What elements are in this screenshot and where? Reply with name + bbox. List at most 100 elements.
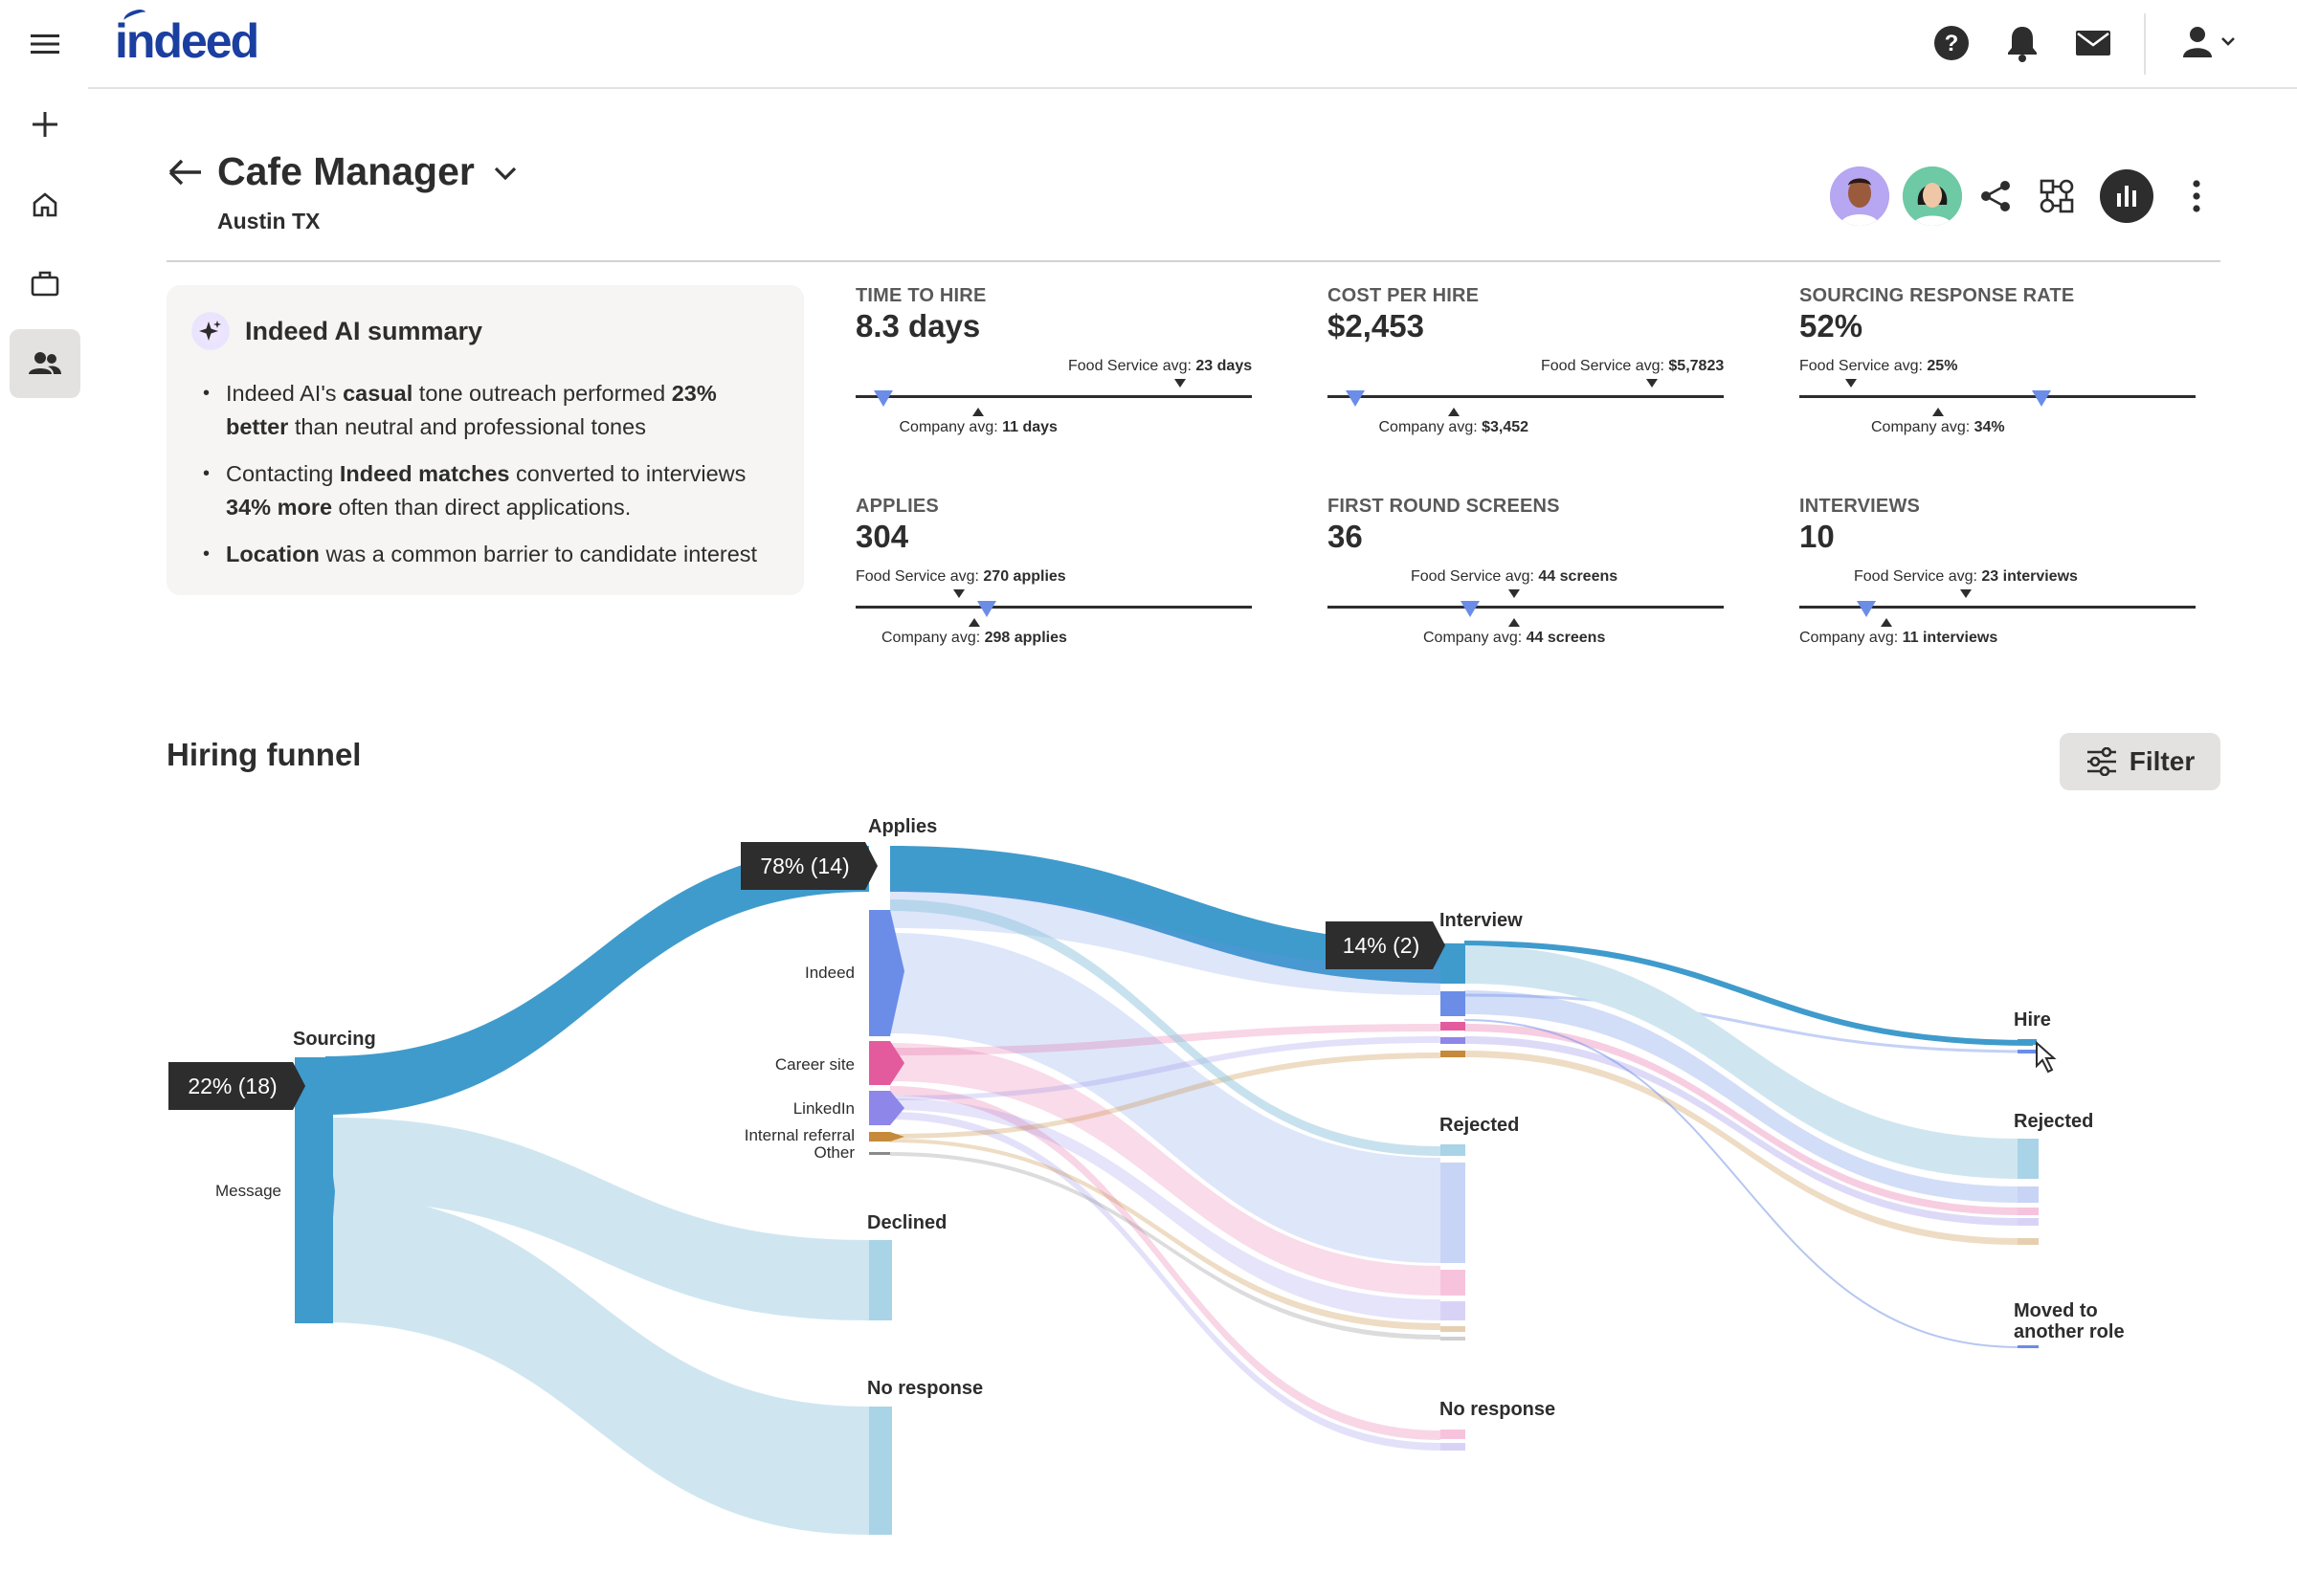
node-hire[interactable] [2018,1039,2037,1045]
job-switch-chevron-icon[interactable] [490,161,521,188]
node-interview-referral[interactable] [1440,1051,1465,1057]
company-avg-value: $3,452 [1482,419,1529,435]
node-no-response-linkedin[interactable] [1440,1443,1465,1451]
indeed-logo[interactable]: indeed [115,7,259,69]
metric-food-service-avg: Food Service avg: 25% [1799,358,1957,375]
back-arrow-icon[interactable] [167,157,205,188]
mail-icon[interactable] [2073,23,2113,63]
node-indeed[interactable] [869,910,890,1036]
ai-summary-text: than neutral and professional tones [288,414,646,439]
node-rejected-final-referral[interactable] [2018,1238,2039,1245]
ai-summary-emphasis: 34% more [226,495,333,520]
conversion-badge-sourcing[interactable]: 22% (18) [168,1062,305,1110]
briefcase-icon[interactable] [10,249,80,318]
food-avg-prefix: Food Service avg: [1068,358,1196,374]
metric-card: TIME TO HIRE 8.3 days Food Service avg: 23… [856,285,1258,457]
node-linkedin[interactable] [869,1091,890,1125]
hamburger-menu-icon[interactable] [10,10,80,78]
stage-label-other: Other [814,1143,855,1162]
node-rejected-final-career[interactable] [2018,1208,2039,1215]
account-menu-icon[interactable] [2180,23,2238,63]
food-avg-value: $5,7823 [1668,358,1725,374]
ai-summary-text: tone outreach performed [413,381,672,406]
metric-scale-bar [1327,395,1724,398]
stage-label-no-response-2: No response [1439,1399,1555,1420]
stage-label-message: Message [215,1182,281,1200]
metric-company-avg: Company avg: 298 applies [881,630,1067,647]
funnel-title: Hiring funnel [167,737,362,772]
ai-summary-title: Indeed AI summary [245,316,483,345]
node-interview-indeed[interactable] [1440,991,1465,1016]
top-bar: indeed ? [88,0,2297,89]
home-icon[interactable] [10,170,80,239]
node-hire-indeed[interactable] [2018,1050,2037,1053]
food-avg-tick-icon [953,589,965,598]
company-avg-prefix: Company avg: [881,630,985,646]
stage-label-no-response-1: No response [867,1378,983,1399]
node-internal-referral[interactable] [869,1132,890,1142]
metric-company-avg: Company avg: 11 interviews [1799,630,1997,647]
metric-card: FIRST ROUND SCREENS 36 Food Service avg: 4… [1327,496,1729,668]
node-no-response-career[interactable] [1440,1430,1465,1439]
metric-food-service-avg: Food Service avg: 44 screens [1411,568,1617,586]
avatar-female[interactable] [1903,166,1962,226]
node-other[interactable] [869,1152,890,1155]
food-avg-value: 25% [1927,358,1958,374]
stage-label-internal-referral: Internal referral [745,1126,855,1144]
food-avg-tick-icon [1174,379,1186,388]
candidates-icon[interactable] [10,329,80,398]
node-rejected-final-linkedin[interactable] [2018,1218,2039,1226]
node-rejected-referral[interactable] [1440,1326,1465,1332]
analytics-icon[interactable] [2100,169,2153,223]
food-avg-value: 44 screens [1538,568,1618,585]
stage-label-rejected-1: Rejected [1439,1115,1519,1136]
bell-icon[interactable] [2002,23,2042,63]
funnel-flows [322,846,2034,1535]
help-icon[interactable]: ? [1931,23,1972,63]
metric-label: COST PER HIRE [1327,285,1480,306]
more-options-icon[interactable] [2173,172,2220,220]
integrations-icon[interactable] [2033,172,2081,220]
metric-food-service-avg: Food Service avg: $5,7823 [1541,358,1724,375]
node-interview-career[interactable] [1440,1022,1465,1031]
metric-scale-bar [1327,606,1724,609]
hand-cursor-icon [2036,1040,2057,1074]
plus-icon[interactable] [10,90,80,159]
share-icon[interactable] [1972,172,2019,220]
metric-scale-bar [856,395,1252,398]
node-rejected-final[interactable] [2018,1139,2039,1179]
sparkle-icon [191,312,230,350]
food-avg-tick-icon [1845,379,1857,388]
metric-value-marker-icon [2032,390,2051,407]
node-interview-linkedin[interactable] [1440,1037,1465,1044]
metric-value: $2,453 [1327,308,1424,344]
metric-company-avg: Company avg: 34% [1871,419,2005,436]
node-rejected-linkedin[interactable] [1440,1301,1465,1320]
metric-value: 36 [1327,519,1363,554]
metric-card: APPLIES 304 Food Service avg: 270 applies C… [856,496,1258,668]
conversion-badge-interview[interactable]: 14% (2) [1326,921,1445,969]
metric-card: SOURCING RESPONSE RATE 52% Food Service av… [1799,285,2201,457]
node-moved-to-another-role[interactable] [2018,1345,2039,1348]
metric-company-avg: Company avg: 44 screens [1423,630,1605,647]
node-rejected-indeed[interactable] [1440,1163,1465,1263]
node-rejected-career[interactable] [1440,1270,1465,1296]
filter-button[interactable]: Filter [2060,733,2220,790]
node-interview[interactable] [1440,943,1465,984]
node-rejected-applies[interactable] [1440,1144,1465,1156]
avatar-male[interactable] [1830,166,1889,226]
topbar-separator [2144,13,2146,75]
node-no-response-1[interactable] [869,1407,892,1535]
conversion-badge-applies[interactable]: 78% (14) [741,842,878,890]
node-rejected-other[interactable] [1440,1337,1465,1341]
metric-value: 304 [856,519,909,554]
food-avg-tick-icon [1508,589,1520,598]
food-avg-value: 270 applies [983,568,1066,585]
stage-label-rejected-2: Rejected [2014,1111,2093,1132]
food-avg-prefix: Food Service avg: [856,568,984,585]
metric-card: COST PER HIRE $2,453 Food Service avg: $5,… [1327,285,1729,457]
node-career-site[interactable] [869,1041,890,1085]
metric-label: TIME TO HIRE [856,285,987,306]
node-declined[interactable] [869,1240,892,1320]
node-rejected-final-indeed[interactable] [2018,1186,2039,1203]
